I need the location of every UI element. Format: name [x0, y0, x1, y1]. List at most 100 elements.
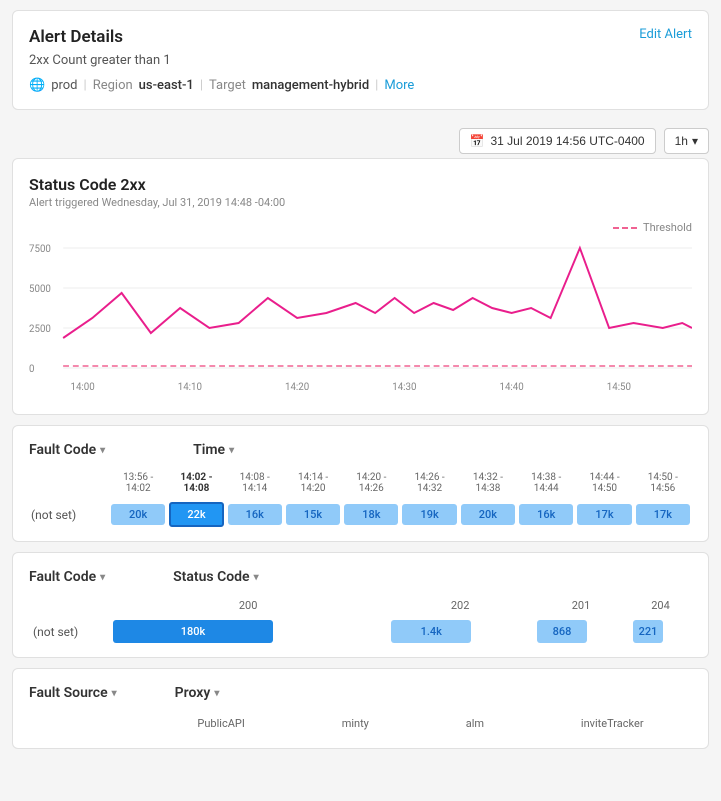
- chart-card: Status Code 2xx Alert triggered Wednesda…: [12, 158, 709, 415]
- fault-code-status-col2-title[interactable]: Status Code ▾: [173, 569, 258, 585]
- bar-cell-0: 20k: [109, 500, 167, 529]
- bar-cell-3: 15k: [284, 500, 342, 529]
- globe-icon: 🌐: [29, 78, 45, 93]
- region-label: Region: [93, 78, 133, 93]
- fault-code-status-header: Fault Code ▾ Status Code ▾: [29, 569, 692, 585]
- svg-text:2500: 2500: [29, 324, 51, 335]
- proxy-header-invitetracker: inviteTracker: [581, 717, 644, 730]
- bar-cell-2: 16k: [226, 500, 284, 529]
- bar-pill-6: 20k: [461, 504, 515, 525]
- alert-details-card: Alert Details Edit Alert 2xx Count great…: [12, 10, 709, 110]
- status-bar-201: 868: [533, 618, 629, 645]
- duration-value: 1h: [675, 134, 688, 148]
- duration-dropdown-arrow: ▾: [692, 134, 698, 148]
- status-header-200: 200: [109, 597, 387, 618]
- fault-source-col2-title[interactable]: Proxy ▾: [175, 685, 220, 701]
- bar-pill-1: 22k: [169, 502, 223, 527]
- proxy-header-minty: minty: [342, 717, 369, 730]
- fault-code-status-col1-title[interactable]: Fault Code ▾: [29, 569, 105, 585]
- svg-text:14:40: 14:40: [500, 382, 524, 393]
- status-header-201: 201: [533, 597, 629, 618]
- chart-legend: Threshold: [29, 221, 692, 234]
- bar-pill-9: 17k: [636, 504, 690, 525]
- bar-cell-7: 16k: [517, 500, 575, 529]
- bar-pill-0: 20k: [111, 504, 165, 525]
- edit-alert-link[interactable]: Edit Alert: [639, 27, 692, 42]
- fault-code-time-header: Fault Code ▾ Time ▾: [29, 442, 692, 458]
- status-code-table: 200 202 201 204 (not set) 180k 1.4k 868 …: [29, 597, 692, 645]
- svg-text:14:30: 14:30: [392, 382, 416, 393]
- time-header-8: 14:44 -14:50: [575, 470, 633, 500]
- fc-status-col1-arrow: ▾: [100, 572, 105, 583]
- bar-cell-4: 18k: [342, 500, 400, 529]
- more-link[interactable]: More: [384, 78, 414, 93]
- table-row: (not set) 20k 22k 16k 15k 18k 19k 20k 16…: [29, 500, 692, 529]
- status-bar-200: 180k: [109, 618, 387, 645]
- bar-cell-8: 17k: [575, 500, 633, 529]
- fault-code-col1-title[interactable]: Fault Code ▾: [29, 442, 105, 458]
- fault-source-col2-arrow: ▾: [214, 688, 219, 699]
- bar-cell-9: 17k: [634, 500, 692, 529]
- bar-pill-5: 19k: [402, 504, 456, 525]
- status-bar-202: 1.4k: [387, 618, 533, 645]
- fault-code-col2-title[interactable]: Time ▾: [193, 442, 234, 458]
- bar-cell-1: 22k: [167, 500, 225, 529]
- svg-text:0: 0: [29, 364, 34, 375]
- chart-title: Status Code 2xx: [29, 175, 692, 194]
- env-value: prod: [51, 78, 77, 93]
- svg-text:14:20: 14:20: [285, 382, 309, 393]
- status-header-202: 202: [387, 597, 533, 618]
- status-bar-204: 221: [629, 618, 692, 645]
- status-bar-204-pill: 221: [633, 620, 663, 643]
- time-header-9: 14:50 -14:56: [634, 470, 692, 500]
- proxy-subheader: PublicAPI minty alm inviteTracker: [149, 713, 692, 736]
- time-header-4: 14:20 -14:26: [342, 470, 400, 500]
- time-header-7: 14:38 -14:44: [517, 470, 575, 500]
- bar-pill-2: 16k: [228, 504, 282, 525]
- bar-pill-4: 18k: [344, 504, 398, 525]
- chart-svg: 7500 5000 2500 0 14:00 14:10 14:20 14:30…: [29, 238, 692, 398]
- fault-proxy-content: PublicAPI minty alm inviteTracker: [29, 713, 692, 736]
- status-bar-202-pill: 1.4k: [391, 620, 471, 643]
- chart-container: 7500 5000 2500 0 14:00 14:10 14:20 14:30…: [29, 238, 692, 398]
- fault-source-proxy-card: Fault Source ▾ Proxy ▾ PublicAPI minty a…: [12, 668, 709, 749]
- bar-pill-7: 16k: [519, 504, 573, 525]
- separator3: |: [375, 78, 378, 93]
- alert-meta: 🌐 prod | Region us-east-1 | Target manag…: [29, 78, 692, 93]
- calendar-icon: 📅: [470, 134, 485, 148]
- separator2: |: [200, 78, 203, 93]
- svg-text:14:00: 14:00: [71, 382, 95, 393]
- status-table-row: (not set) 180k 1.4k 868 221: [29, 618, 692, 645]
- status-row-label: (not set): [29, 618, 109, 645]
- time-header-1: 14:02 -14:08: [167, 470, 225, 500]
- status-header-204: 204: [629, 597, 692, 618]
- alert-description: 2xx Count greater than 1: [29, 53, 692, 68]
- fault-code-time-card: Fault Code ▾ Time ▾ 13:56 -14:02 14:02 -…: [12, 425, 709, 542]
- time-table: 13:56 -14:02 14:02 -14:08 14:08 -14:14 1…: [29, 470, 692, 529]
- bar-pill-3: 15k: [286, 504, 340, 525]
- fault-code-col1-arrow: ▾: [100, 445, 105, 456]
- duration-button[interactable]: 1h ▾: [664, 128, 709, 154]
- time-header-3: 14:14 -14:20: [284, 470, 342, 500]
- svg-text:7500: 7500: [29, 244, 51, 255]
- time-header-0: 13:56 -14:02: [109, 470, 167, 500]
- proxy-header-publicapi: PublicAPI: [197, 717, 244, 730]
- svg-text:14:10: 14:10: [178, 382, 202, 393]
- fc-status-col2-arrow: ▾: [254, 572, 259, 583]
- fault-source-col1-title[interactable]: Fault Source ▾: [29, 685, 117, 701]
- target-label: Target: [209, 78, 246, 93]
- svg-text:14:50: 14:50: [607, 382, 631, 393]
- alert-details-header: Alert Details Edit Alert: [29, 27, 692, 47]
- datetime-button[interactable]: 📅 31 Jul 2019 14:56 UTC-0400: [459, 128, 656, 154]
- fault-source-proxy-header: Fault Source ▾ Proxy ▾: [29, 685, 692, 701]
- datetime-bar: 📅 31 Jul 2019 14:56 UTC-0400 1h ▾: [0, 120, 721, 158]
- proxy-col-right: PublicAPI minty alm inviteTracker: [149, 713, 692, 736]
- target-value: management-hybrid: [252, 78, 369, 93]
- datetime-value: 31 Jul 2019 14:56 UTC-0400: [491, 134, 645, 148]
- threshold-legend-label: Threshold: [643, 221, 692, 234]
- proxy-header-alm: alm: [466, 717, 484, 730]
- status-bar-200-pill: 180k: [113, 620, 273, 643]
- threshold-legend-line: [613, 227, 637, 229]
- fault-code-col2-arrow: ▾: [229, 445, 234, 456]
- chart-subtitle: Alert triggered Wednesday, Jul 31, 2019 …: [29, 196, 692, 209]
